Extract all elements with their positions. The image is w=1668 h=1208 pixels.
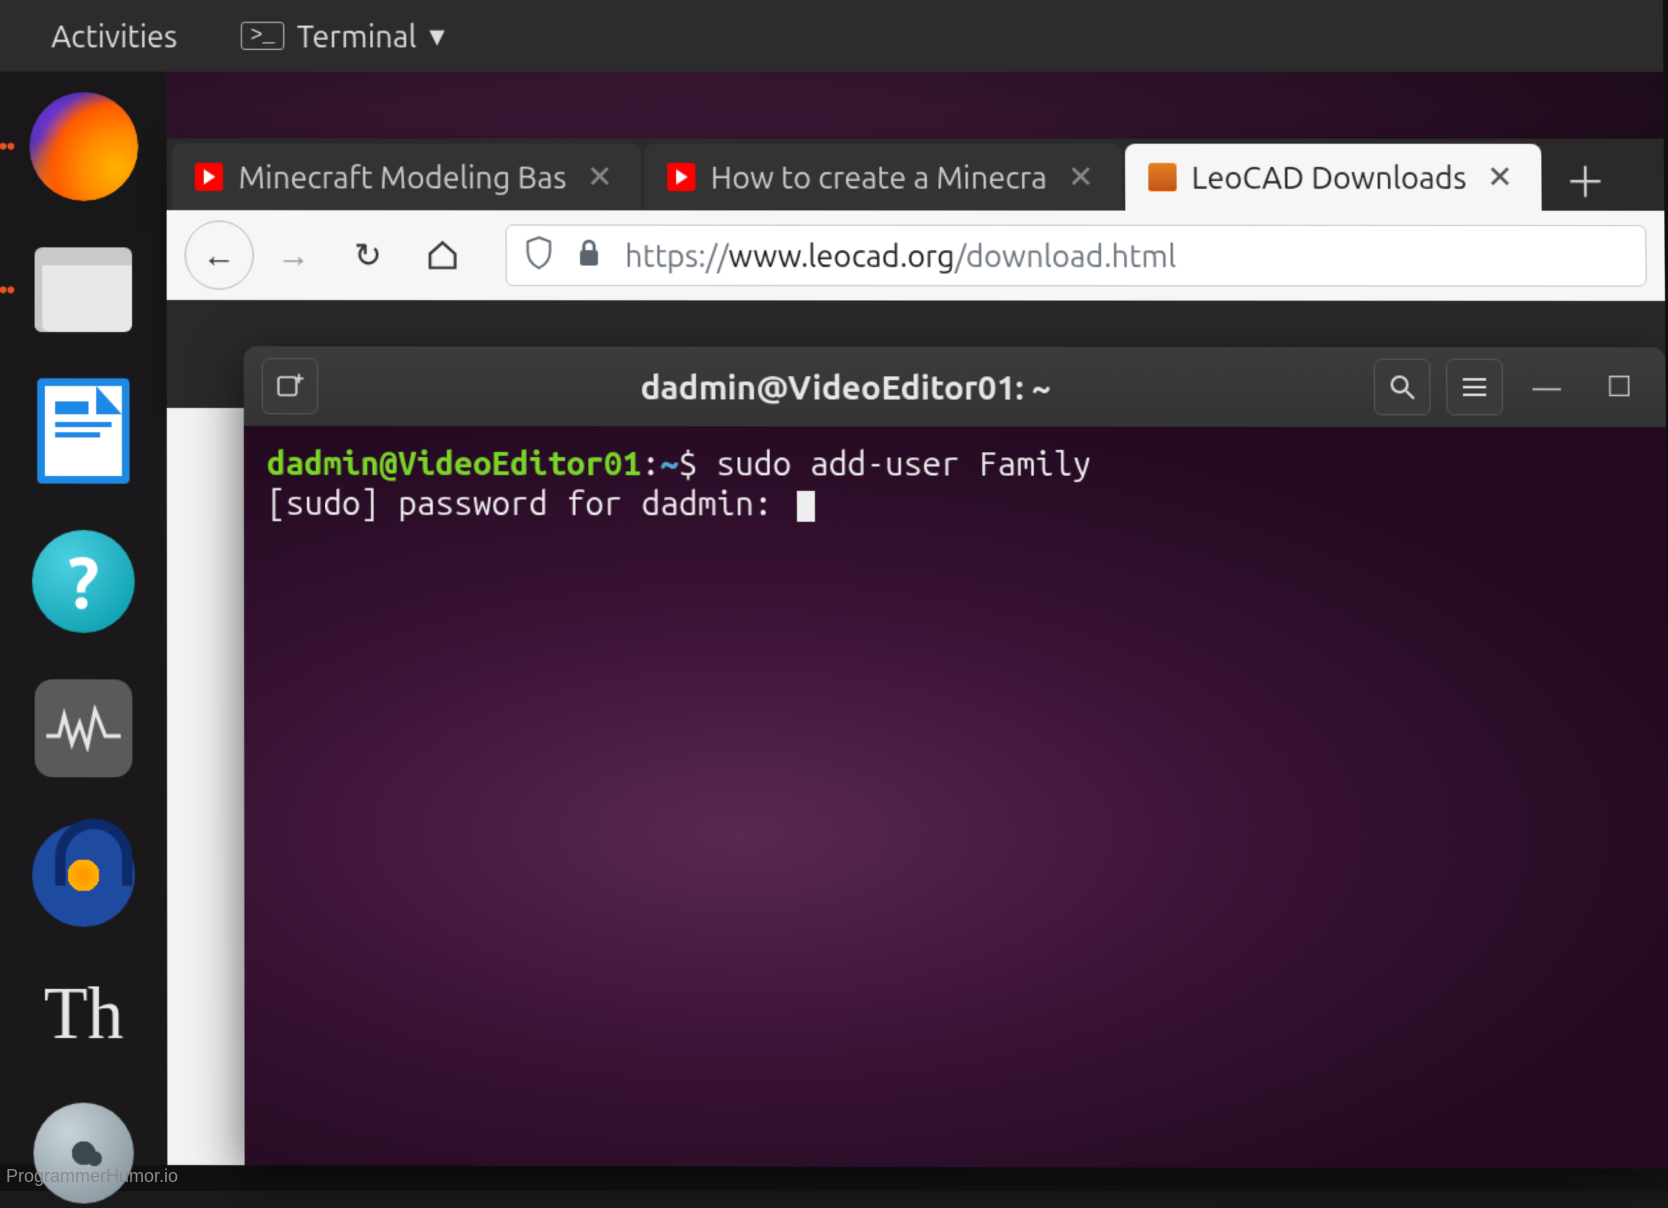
browser-tab[interactable]: How to create a Minecra ✕ (644, 144, 1123, 211)
new-tab-button[interactable]: ＋ (1554, 149, 1616, 211)
youtube-favicon-icon (195, 163, 223, 191)
thonny-icon: Th (44, 973, 124, 1056)
terminal-app-icon: >_ (241, 22, 284, 50)
home-button[interactable] (408, 221, 477, 290)
dock-files[interactable]: •• (29, 247, 138, 332)
terminal-line: [sudo] password for dadmin: (267, 483, 1643, 524)
lock-icon (576, 237, 602, 274)
help-icon: ? (32, 530, 135, 633)
cursor-icon (796, 490, 814, 521)
maximize-button[interactable]: ☐ (1591, 359, 1648, 416)
app-menu-label: Terminal (297, 19, 417, 54)
dock-openshot[interactable] (29, 1103, 138, 1204)
dock-system-monitor[interactable] (29, 679, 138, 777)
leocad-favicon-icon (1148, 163, 1176, 191)
youtube-favicon-icon (667, 163, 695, 191)
dock: •• •• ? Th (0, 72, 167, 1165)
terminal-title: dadmin@VideoEditor01: ~ (334, 368, 1359, 406)
dock-help[interactable]: ? (29, 530, 138, 633)
dock-thonny[interactable]: Th (29, 973, 138, 1056)
tab-title: How to create a Minecra (710, 160, 1047, 195)
chevron-down-icon: ▾ (429, 18, 445, 54)
forward-button[interactable]: → (259, 220, 328, 289)
tabstrip: Minecraft Modeling Bas ✕ How to create a… (167, 138, 1665, 210)
tab-close-button[interactable]: ✕ (1482, 159, 1519, 195)
url-text: https://www.leocad.org/download.html (625, 238, 1176, 273)
activities-button[interactable]: Activities (51, 19, 177, 54)
files-icon (35, 247, 132, 332)
browser-tab[interactable]: Minecraft Modeling Bas ✕ (172, 143, 641, 210)
browser-tab-active[interactable]: LeoCAD Downloads ✕ (1124, 144, 1541, 211)
system-monitor-icon (35, 679, 133, 777)
dock-firefox[interactable]: •• (29, 92, 138, 201)
app-menu[interactable]: >_ Terminal ▾ (241, 18, 445, 54)
tab-title: LeoCAD Downloads (1191, 160, 1466, 195)
terminal-window: dadmin@VideoEditor01: ~ — ☐ dadmin@Video… (244, 346, 1668, 1169)
tab-title: Minecraft Modeling Bas (238, 160, 566, 195)
url-bar[interactable]: https://www.leocad.org/download.html (505, 224, 1646, 286)
terminal-body[interactable]: dadmin@VideoEditor01:~$ sudo add-user Fa… (244, 426, 1668, 1169)
tab-close-button[interactable]: ✕ (1063, 159, 1099, 195)
gnome-topbar: Activities >_ Terminal ▾ (0, 0, 1663, 72)
running-indicator-icon: •• (0, 131, 13, 163)
audacity-icon (32, 824, 135, 927)
reload-button[interactable]: ↻ (333, 221, 402, 290)
tab-close-button[interactable]: ✕ (582, 159, 618, 195)
terminal-menu-button[interactable] (1446, 359, 1503, 416)
firefox-icon (29, 92, 138, 201)
desktop: Activities >_ Terminal ▾ •• •• ? (0, 0, 1668, 1169)
openshot-icon (33, 1103, 133, 1204)
dock-libreoffice-writer[interactable] (29, 378, 138, 483)
running-indicator-icon: •• (0, 274, 13, 306)
terminal-line: dadmin@VideoEditor01:~$ sudo add-user Fa… (267, 444, 1643, 485)
minimize-button[interactable]: — (1518, 359, 1575, 416)
libreoffice-writer-icon (37, 378, 129, 483)
background-window-edge (167, 408, 245, 1165)
back-button[interactable]: ← (185, 220, 254, 289)
terminal-search-button[interactable] (1374, 359, 1431, 416)
browser-toolbar: ← → ↻ https://www.leocad.org/download.ht… (167, 210, 1665, 301)
terminal-command: sudo add-user Family (716, 444, 1091, 482)
watermark: ProgrammerHumor.io (6, 1166, 178, 1187)
shield-icon (525, 235, 553, 275)
dock-audacity[interactable] (29, 824, 138, 927)
new-tab-terminal-button[interactable] (262, 358, 319, 415)
terminal-header: dadmin@VideoEditor01: ~ — ☐ (244, 346, 1666, 427)
